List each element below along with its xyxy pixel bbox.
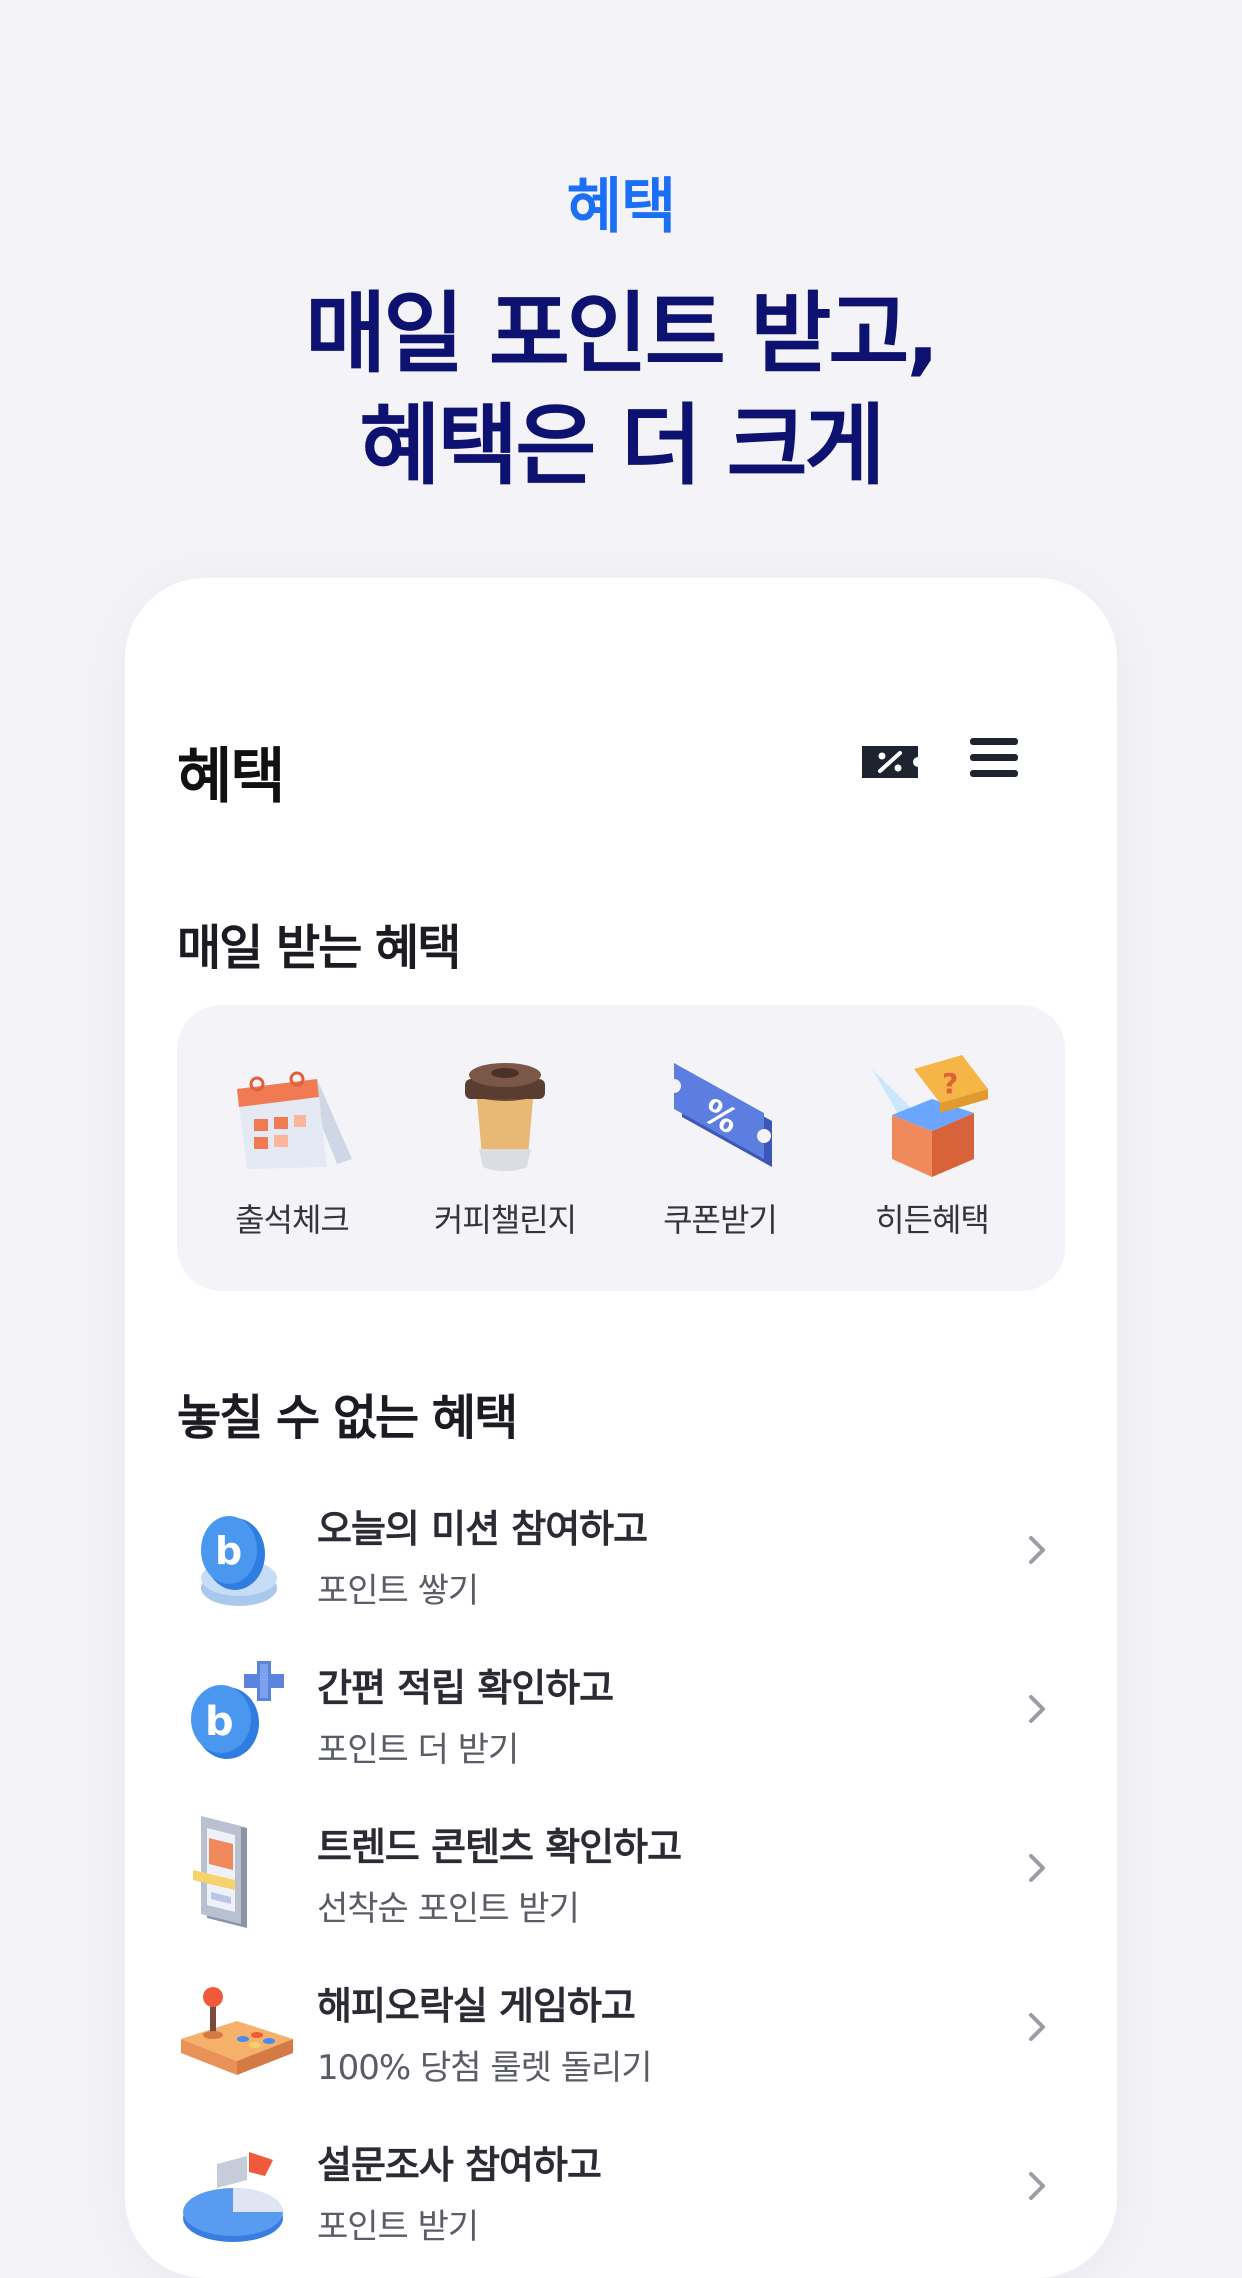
svg-text:b: b <box>215 1529 242 1573</box>
daily-item-label: 히든혜택 <box>875 1201 990 1239</box>
daily-item-hidden[interactable]: ? 히든혜택 <box>832 1049 1032 1241</box>
chevron-right-icon <box>1029 2013 1045 2041</box>
daily-item-coupon[interactable]: % 쿠폰받기 <box>620 1049 820 1241</box>
list-item-survey[interactable]: 설문조사 참여하고 포인트 받기 <box>177 2118 1067 2258</box>
chevron-right-icon <box>1029 1854 1045 1882</box>
daily-benefits-panel: 출석체크 커피챌린지 % 쿠폰받기 ? 히든혜택 <box>177 1005 1065 1291</box>
arcade-joystick-icon <box>181 1987 293 2075</box>
list-item-quick-save[interactable]: b 간편 적립 확인하고 포인트 더 받기 <box>177 1641 1067 1781</box>
list-item-subtitle: 포인트 받기 <box>317 2207 479 2247</box>
list-item-title: 오늘의 미션 참여하고 <box>317 1507 648 1551</box>
promo-tag: 혜택 <box>566 172 676 242</box>
list-item-title: 트렌드 콘텐츠 확인하고 <box>317 1825 682 1869</box>
list-item-trend[interactable]: 트렌드 콘텐츠 확인하고 선착순 포인트 받기 <box>177 1800 1067 1940</box>
phone-screen: 혜택 매일 받는 혜택 출석체크 커피챌린지 % 쿠폰받기 ? 히든혜택 놓칠 … <box>125 578 1117 2278</box>
list-item-title: 해피오락실 게임하고 <box>317 1984 636 2028</box>
app-header: 혜택 <box>177 728 1067 812</box>
list-item-title: 설문조사 참여하고 <box>317 2143 602 2187</box>
list-item-subtitle: 포인트 쌓기 <box>317 1571 479 1611</box>
list-item-arcade[interactable]: 해피오락실 게임하고 100% 당첨 룰렛 돌리기 <box>177 1959 1067 2099</box>
list-item-mission[interactable]: b 오늘의 미션 참여하고 포인트 쌓기 <box>177 1482 1067 1622</box>
promo-headline-line2: 혜택은 더 크게 <box>359 394 885 497</box>
list-item-title: 간편 적립 확인하고 <box>317 1666 614 1710</box>
promo-headline-line1: 매일 포인트 받고, <box>305 282 939 385</box>
daily-section-title: 매일 받는 혜택 <box>177 920 461 976</box>
coffee-cup-icon <box>465 1063 545 1171</box>
page-title: 혜택 <box>177 742 285 812</box>
list-item-subtitle: 포인트 더 받기 <box>317 1730 519 1770</box>
coupon-ticket-icon: % <box>667 1063 772 1167</box>
chevron-right-icon <box>1029 2172 1045 2200</box>
svg-text:?: ? <box>942 1067 958 1100</box>
daily-item-coffee[interactable]: 커피챌린지 <box>405 1049 605 1241</box>
benefits-section-title: 놓칠 수 없는 혜택 <box>177 1390 518 1446</box>
promo-headline: 매일 포인트 받고, 혜택은 더 크게 <box>0 278 1242 502</box>
phone-content-icon <box>193 1816 247 1928</box>
pie-chart-icon <box>183 2152 283 2242</box>
menu-icon <box>970 738 1018 745</box>
daily-item-attendance[interactable]: 출석체크 <box>192 1049 392 1241</box>
coupon-button[interactable] <box>860 742 920 782</box>
chevron-right-icon <box>1029 1536 1045 1564</box>
list-item-subtitle: 100% 당첨 룰렛 돌리기 <box>317 2048 653 2088</box>
coupon-icon <box>862 746 918 778</box>
menu-button[interactable] <box>970 738 1018 786</box>
calendar-icon <box>237 1071 352 1169</box>
list-item-subtitle: 선착순 포인트 받기 <box>317 1889 580 1929</box>
daily-item-label: 출석체크 <box>235 1201 350 1239</box>
coin-stack-icon: b <box>201 1516 277 1606</box>
mystery-box-icon: ? <box>872 1055 988 1177</box>
daily-item-label: 쿠폰받기 <box>663 1201 778 1239</box>
chevron-right-icon <box>1029 1695 1045 1723</box>
coin-plus-icon: b <box>191 1661 284 1759</box>
svg-text:b: b <box>205 1699 234 1745</box>
daily-item-label: 커피챌린지 <box>433 1201 577 1239</box>
